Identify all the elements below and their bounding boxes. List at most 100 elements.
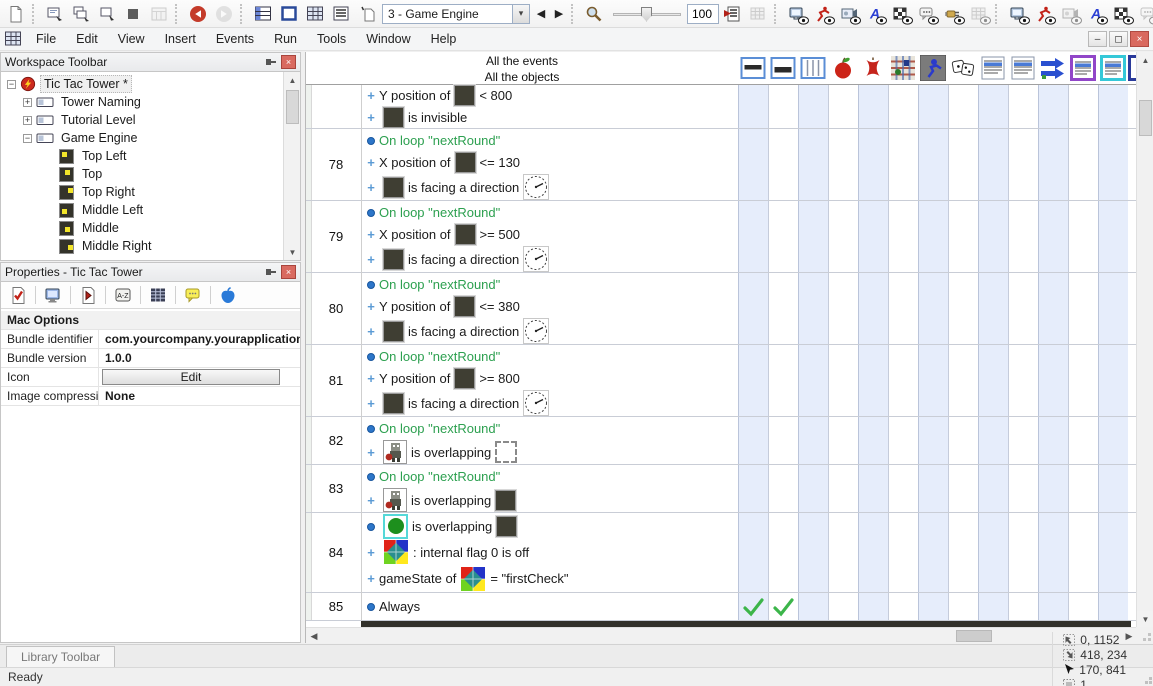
tower-square-object-icon[interactable] — [455, 224, 476, 245]
scroll-thumb[interactable] — [1139, 100, 1152, 136]
event-row-80[interactable]: 80On loop "nextRound"+Y position of <= 3… — [306, 273, 1137, 345]
list-icon[interactable] — [980, 55, 1006, 81]
condition-line[interactable]: +X position of <= 130 — [363, 152, 1137, 175]
frame-window-icon[interactable] — [94, 2, 120, 26]
tower-square-object-icon[interactable] — [383, 393, 404, 414]
event-row-partial[interactable]: +Y position of < 800+ is invisible — [306, 85, 1137, 129]
collapse-icon[interactable]: − — [7, 80, 16, 89]
column-system-objects-icon[interactable] — [1005, 2, 1031, 26]
condition-line[interactable]: On loop "nextRound" — [363, 273, 1137, 296]
show-text-objects-icon[interactable]: A — [862, 2, 888, 26]
zoom-slider-thumb[interactable] — [641, 7, 652, 22]
runner-selected-icon[interactable] — [920, 55, 946, 81]
chevron-down-icon[interactable]: ▾ — [512, 5, 529, 23]
tree-item-top-left[interactable]: Top Left — [3, 147, 300, 165]
close-icon[interactable]: × — [281, 55, 296, 69]
dice-icon[interactable] — [950, 55, 976, 81]
condition-line[interactable]: + : internal flag 0 is off — [363, 539, 1137, 565]
pin-icon[interactable] — [263, 265, 278, 279]
new-frame-icon[interactable] — [42, 2, 68, 26]
menu-file[interactable]: File — [26, 29, 66, 49]
selection-zone-object-icon[interactable] — [495, 441, 517, 463]
workspace-scrollbar[interactable]: ▲ ▼ — [283, 72, 300, 260]
back-icon[interactable] — [185, 2, 211, 26]
tree-item-tic-tac-tower[interactable]: −Tic Tac Tower * — [3, 75, 300, 93]
tree-item-middle-left[interactable]: Middle Left — [3, 201, 300, 219]
list2-icon[interactable] — [1010, 55, 1036, 81]
event-row-84[interactable]: 84 is overlapping + : internal flag 0 is… — [306, 513, 1137, 593]
condition-line[interactable]: + is facing a direction — [363, 318, 1137, 344]
event-number[interactable]: 84 — [312, 513, 360, 592]
list-cyan-icon[interactable] — [1100, 55, 1126, 81]
event-number[interactable]: 78 — [312, 129, 360, 200]
event-row-82[interactable]: 82On loop "nextRound"+ is overlapping — [306, 417, 1137, 465]
event-row-85[interactable]: 85Always — [306, 593, 1137, 621]
messages-tab-icon[interactable] — [180, 284, 206, 306]
property-value[interactable]: com.yourcompany.yourapplication — [99, 332, 300, 346]
library-toolbar-tab[interactable]: Library Toolbar — [6, 646, 115, 667]
direction-clock-icon[interactable] — [523, 318, 549, 344]
condition-line[interactable]: +gameState of = "firstCheck" — [363, 566, 1137, 592]
close-icon[interactable]: × — [281, 265, 296, 279]
event-number[interactable] — [312, 85, 360, 128]
show-animation-objects-icon[interactable] — [836, 2, 862, 26]
forward-icon[interactable] — [211, 2, 237, 26]
about-tab-icon[interactable]: A-Z — [110, 284, 136, 306]
condition-line[interactable]: +Y position of <= 380 — [363, 296, 1137, 319]
scroll-down-icon[interactable]: ▼ — [284, 244, 301, 260]
menu-view[interactable]: View — [108, 29, 155, 49]
event-number[interactable]: 83 — [312, 465, 360, 512]
stop-icon[interactable] — [120, 2, 146, 26]
scroll-down-icon[interactable]: ▼ — [1137, 611, 1153, 627]
zoom-slider[interactable] — [611, 3, 683, 25]
tower-square-object-icon[interactable] — [383, 107, 404, 128]
tree-item-top-right[interactable]: Top Right — [3, 183, 300, 201]
condition-line[interactable]: On loop "nextRound" — [363, 417, 1137, 440]
condition-line[interactable]: + is facing a direction — [363, 174, 1137, 200]
tower-square-object-icon[interactable] — [383, 249, 404, 270]
scroll-thumb[interactable] — [286, 90, 299, 124]
all-events-header[interactable]: All the events All the objects — [306, 52, 738, 85]
condition-line[interactable]: +X position of >= 500 — [363, 224, 1137, 247]
show-interface-objects-icon[interactable] — [914, 2, 940, 26]
mac-tab-icon[interactable] — [215, 284, 241, 306]
game-controller-object-icon[interactable] — [383, 539, 409, 565]
clone-frame-icon[interactable] — [68, 2, 94, 26]
restore-button[interactable]: ◻ — [1109, 31, 1128, 47]
pin-icon[interactable] — [263, 55, 278, 69]
column-active-objects-icon[interactable] — [1031, 2, 1057, 26]
minimize-button[interactable]: – — [1088, 31, 1107, 47]
tower-square-object-icon[interactable] — [383, 177, 404, 198]
event-number[interactable]: 85 — [312, 593, 360, 620]
event-row-78[interactable]: 78On loop "nextRound"+X position of <= 1… — [306, 129, 1137, 201]
action-check-icon[interactable] — [741, 595, 765, 619]
action-check-icon[interactable] — [771, 595, 795, 619]
next-frame-icon[interactable]: ▶ — [550, 3, 568, 25]
character-sprite-icon[interactable] — [383, 488, 407, 512]
tower-square-object-icon[interactable] — [455, 152, 476, 173]
runtime-tab-icon[interactable] — [75, 284, 101, 306]
condition-line[interactable]: On loop "nextRound" — [363, 129, 1137, 152]
condition-line[interactable]: On loop "nextRound" — [363, 201, 1137, 224]
column-interface-objects-icon[interactable] — [1135, 2, 1153, 26]
tower-square-object-icon[interactable] — [454, 368, 475, 389]
menu-events[interactable]: Events — [206, 29, 264, 49]
condition-line[interactable]: + is invisible — [363, 107, 1137, 129]
resize-grip[interactable] — [1137, 669, 1153, 685]
child-window-icon[interactable] — [0, 30, 26, 48]
show-grid-objects-icon[interactable] — [966, 2, 992, 26]
condition-line[interactable]: On loop "nextRound" — [363, 345, 1137, 368]
zoom-tool-icon[interactable] — [581, 2, 607, 26]
condition-line[interactable]: On loop "nextRound" — [363, 465, 1137, 488]
column-text-objects-icon[interactable]: A — [1083, 2, 1109, 26]
character-sprite-icon[interactable] — [383, 440, 407, 464]
condition-line[interactable]: + is overlapping — [363, 488, 1137, 512]
tree-item-tower-naming[interactable]: +Tower Naming — [3, 93, 300, 111]
event-editor-icon[interactable] — [302, 2, 328, 26]
menu-insert[interactable]: Insert — [155, 29, 206, 49]
condition-line[interactable]: + is facing a direction — [363, 246, 1137, 272]
plaid-sprite-icon[interactable] — [890, 55, 916, 81]
property-value[interactable]: 1.0.0 — [99, 351, 300, 365]
event-number[interactable]: 79 — [312, 201, 360, 272]
tower-square-object-icon[interactable] — [495, 490, 516, 511]
